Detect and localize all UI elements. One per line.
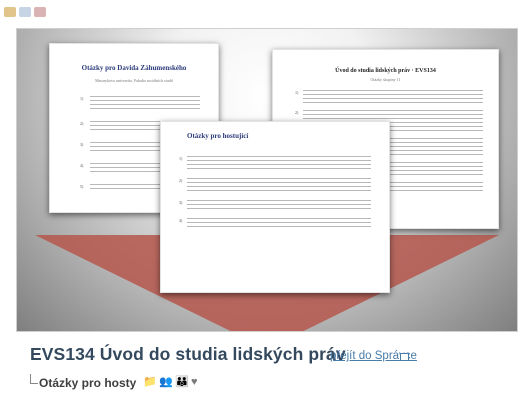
folder-icon[interactable] — [4, 7, 16, 17]
document-title: Otázky pro hostující — [187, 132, 249, 140]
paragraph-number: 2) — [80, 121, 84, 126]
paragraph-number: 1) — [295, 90, 299, 95]
paragraph-number: 3) — [179, 200, 183, 205]
paragraph-text — [187, 200, 371, 212]
people-icon[interactable]: 👥 — [159, 377, 173, 388]
document-title: Úvod do studia lidských práv · EVS134 — [335, 68, 436, 74]
document-subtitle: Masarykova univerzita, Fakulta sociálníc… — [95, 78, 173, 83]
tree-branch-line — [30, 374, 38, 384]
folder-icon[interactable]: 📁 — [143, 377, 157, 388]
paragraph-number: 2) — [295, 110, 299, 115]
paragraph-number: 1) — [80, 96, 84, 101]
course-banner-image: Otázky pro Davida Záhumenského Masarykov… — [16, 28, 518, 332]
people-group-icon[interactable]: 👪 — [175, 377, 189, 388]
toolbar-icons — [4, 4, 64, 18]
heart-icon[interactable]: ♥ — [191, 377, 205, 388]
people-icon[interactable] — [19, 7, 31, 17]
paragraph-text — [187, 178, 371, 194]
paragraph-text — [303, 90, 483, 106]
browser-topbar — [0, 0, 531, 22]
document-card-center: Otázky pro hostující 1) 2) 3) 4) — [160, 121, 390, 293]
people-group-icon[interactable] — [34, 7, 46, 17]
course-title: EVS134 Úvod do studia lidských práv — [30, 344, 346, 364]
paragraph-number: 4) — [80, 163, 84, 168]
subitem-label[interactable]: Otázky pro hosty — [39, 376, 136, 390]
paragraph-number: 1) — [179, 156, 183, 161]
paragraph-number: 4) — [179, 218, 183, 223]
new-window-icon[interactable] — [400, 353, 409, 361]
paragraph-number: 2) — [179, 178, 183, 183]
paragraph-number: 5) — [80, 184, 84, 189]
paragraph-text — [187, 218, 371, 230]
paragraph-text — [187, 156, 371, 172]
paragraph-number: 3) — [80, 142, 84, 147]
document-subtitle: Otázky skupiny 11 — [370, 77, 401, 82]
document-title: Otázky pro Davida Záhumenského — [81, 64, 187, 72]
paragraph-text — [90, 96, 200, 112]
